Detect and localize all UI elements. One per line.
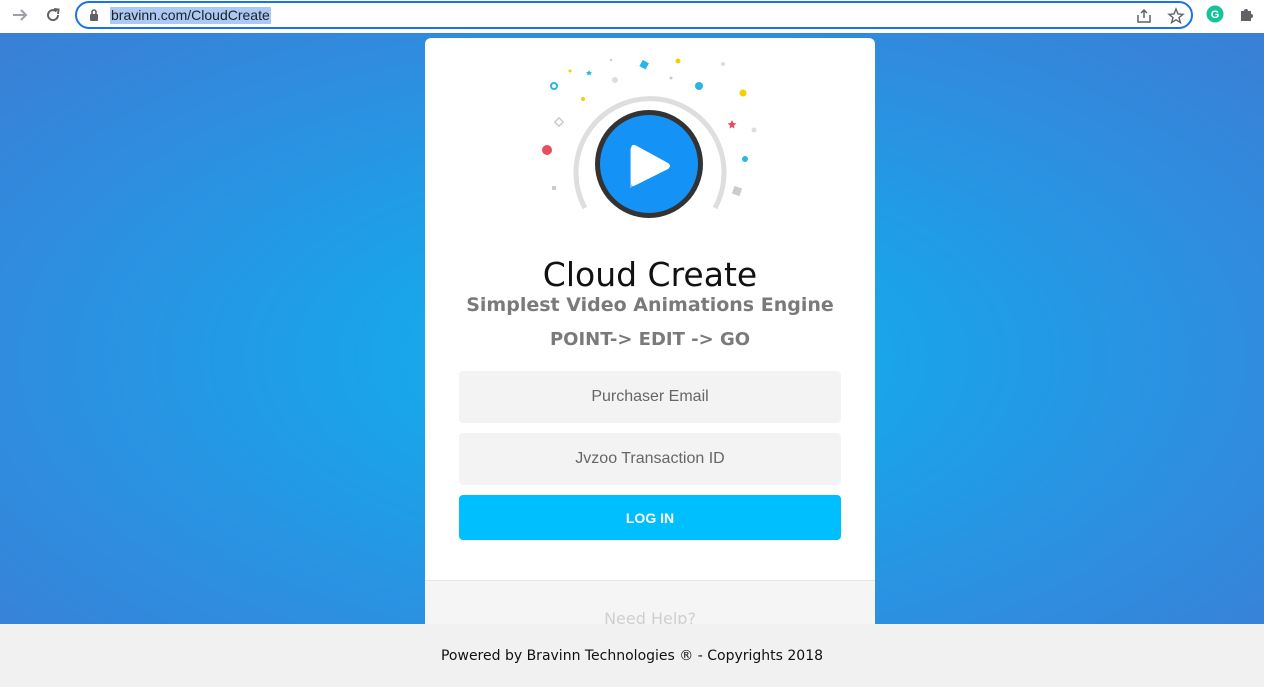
page-footer: Powered by Bravinn Technologies ® - Copy… <box>0 624 1264 687</box>
address-bar[interactable]: bravinn.com/CloudCreate <box>75 1 1193 29</box>
reload-button[interactable] <box>41 3 65 27</box>
forward-button[interactable] <box>8 3 32 27</box>
share-icon[interactable] <box>1135 7 1153 25</box>
star-icon[interactable] <box>1167 7 1185 25</box>
confetti <box>553 116 565 128</box>
confetti <box>727 120 737 129</box>
confetti <box>609 58 613 62</box>
reload-icon <box>47 8 60 22</box>
transaction-id-field[interactable] <box>459 433 841 485</box>
confetti <box>581 97 585 101</box>
svg-text:G: G <box>1211 9 1220 21</box>
confetti <box>669 76 673 80</box>
confetti <box>739 89 747 97</box>
confetti <box>639 59 649 70</box>
confetti <box>552 186 556 190</box>
url-text[interactable]: bravinn.com/CloudCreate <box>110 7 271 24</box>
confetti <box>675 58 681 64</box>
login-card: Cloud Create Simplest Video Animations E… <box>425 38 875 638</box>
hero-illustration <box>542 58 757 218</box>
confetti <box>550 82 558 90</box>
lock-icon <box>90 9 98 21</box>
confetti <box>742 156 748 162</box>
app-subtitle: Simplest Video Animations Engine <box>466 294 834 316</box>
footer-text: Powered by Bravinn Technologies ® - Copy… <box>440 648 824 664</box>
grammarly-icon[interactable]: G <box>1206 5 1224 23</box>
email-field[interactable] <box>459 371 841 423</box>
confetti <box>612 77 618 83</box>
browser-toolbar: bravinn.com/CloudCreate G <box>0 0 1264 33</box>
confetti <box>721 62 725 66</box>
confetti <box>695 82 703 90</box>
confetti <box>586 70 592 76</box>
confetti <box>568 69 572 73</box>
arrow-right-icon <box>13 9 28 21</box>
confetti <box>731 185 743 197</box>
app-title: Cloud Create <box>542 255 758 294</box>
confetti <box>542 145 552 155</box>
puzzle-icon[interactable] <box>1238 5 1256 23</box>
login-button[interactable]: LOG IN <box>459 495 841 540</box>
confetti <box>751 127 757 133</box>
app-tagline: POINT-> EDIT -> GO <box>549 329 751 350</box>
